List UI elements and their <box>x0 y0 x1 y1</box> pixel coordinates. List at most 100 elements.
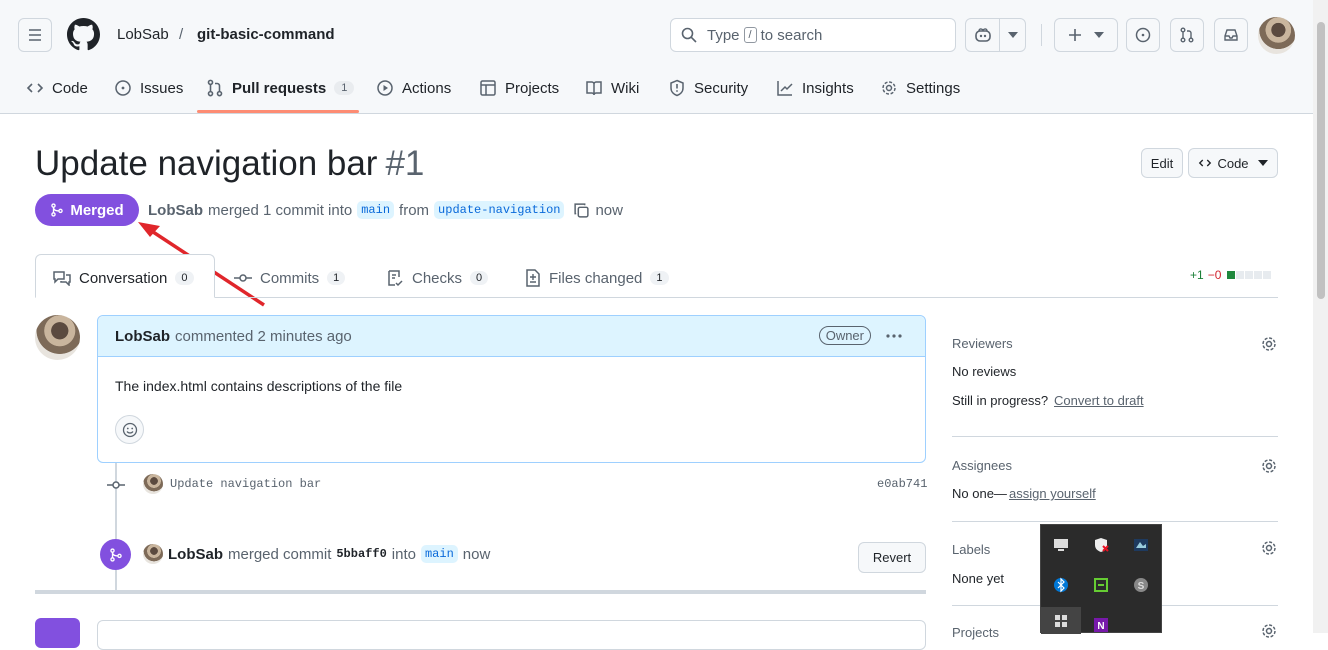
book-icon <box>586 81 602 96</box>
tab-checks[interactable]: Checks 0 <box>386 260 489 296</box>
merge-author-avatar[interactable] <box>143 544 163 564</box>
code-label: Code <box>1217 155 1249 171</box>
bluetooth-icon[interactable] <box>1051 575 1071 595</box>
code-icon <box>26 83 44 93</box>
tab-label: Conversation <box>79 269 168 287</box>
git-merge-icon <box>51 203 64 217</box>
tab-insights[interactable]: Insights <box>776 72 854 104</box>
comment-timestamp[interactable]: commented 2 minutes ago <box>175 328 352 345</box>
pr-author-link[interactable]: LobSab <box>148 202 203 219</box>
merge-branch[interactable]: main <box>420 545 458 563</box>
diffstat-added: +1 <box>1190 268 1204 282</box>
windows-icon[interactable] <box>1041 607 1081 634</box>
search-suffix: to search <box>760 26 823 44</box>
menu-button[interactable] <box>18 18 52 52</box>
code-dropdown-button[interactable]: Code <box>1188 148 1278 178</box>
tab-wiki[interactable]: Wiki <box>585 72 639 104</box>
svg-text:N: N <box>1097 621 1104 632</box>
tab-label: Pull requests <box>232 79 327 97</box>
security-shield-icon[interactable] <box>1091 535 1111 555</box>
tab-projects[interactable]: Projects <box>479 72 559 104</box>
search-prefix: Type <box>707 26 740 44</box>
tab-conversation[interactable]: Conversation 0 <box>53 260 194 296</box>
assignees-title[interactable]: Assignees <box>952 458 1012 473</box>
tab-settings[interactable]: Settings <box>880 72 960 104</box>
status-label: Merged <box>70 201 124 219</box>
skype-icon[interactable]: S <box>1131 575 1151 595</box>
gear-icon[interactable] <box>1260 539 1278 557</box>
pull-requests-button[interactable] <box>1170 18 1204 52</box>
app-icon[interactable] <box>1131 535 1151 555</box>
checklist-icon <box>388 270 403 287</box>
smiley-icon <box>122 422 137 437</box>
copilot-button[interactable] <box>965 18 1000 52</box>
add-reaction-button[interactable] <box>115 415 144 444</box>
assign-yourself-link[interactable]: assign yourself <box>1009 486 1096 501</box>
tab-actions[interactable]: Actions <box>376 72 451 104</box>
repo-link[interactable]: git-basic-command <box>197 26 335 43</box>
convert-to-draft-link[interactable]: Convert to draft <box>1054 393 1144 408</box>
display-icon[interactable] <box>1051 535 1071 555</box>
tab-label: Actions <box>402 79 452 97</box>
diffstat-bar <box>1227 271 1272 279</box>
svg-text:S: S <box>1138 581 1145 592</box>
revert-label: Revert <box>872 550 912 565</box>
gear-icon[interactable] <box>1260 457 1278 475</box>
merge-commit-sha[interactable]: 5bbaff0 <box>336 547 386 561</box>
active-tab-indicator <box>197 110 359 113</box>
tab-files-changed[interactable]: Files changed 1 <box>525 260 669 296</box>
commit-message[interactable]: Update navigation bar <box>170 477 321 491</box>
tab-label: Insights <box>802 79 854 97</box>
onenote-icon[interactable]: N <box>1091 615 1111 635</box>
labels-title[interactable]: Labels <box>952 542 990 557</box>
revert-button[interactable]: Revert <box>858 542 926 573</box>
comment-author-avatar[interactable] <box>35 315 80 360</box>
commit-sha[interactable]: e0ab741 <box>877 477 927 491</box>
merge-event-badge <box>100 539 131 570</box>
copilot-dropdown-button[interactable] <box>999 18 1026 52</box>
tab-label: Checks <box>412 269 463 287</box>
merged-status-badge: Merged <box>35 194 139 226</box>
tab-label: Wiki <box>611 79 640 97</box>
gear-icon[interactable] <box>1260 335 1278 353</box>
pr-meta: LobSab merged 1 commit into main from up… <box>148 201 623 219</box>
diffstat-removed: −0 <box>1207 268 1222 282</box>
caret-down-icon <box>1007 32 1018 38</box>
merge-author[interactable]: LobSab <box>168 546 223 563</box>
reviewers-title[interactable]: Reviewers <box>952 336 1013 351</box>
base-branch[interactable]: main <box>357 201 395 219</box>
merge-event-text: LobSab merged commit 5bbaff0 into main n… <box>168 545 490 563</box>
user-avatar[interactable] <box>1258 17 1295 54</box>
app-icon[interactable] <box>1091 575 1111 595</box>
tab-commits[interactable]: Commits 1 <box>234 260 346 296</box>
tab-security[interactable]: Security <box>668 72 748 104</box>
comment-menu-button[interactable] <box>885 329 903 343</box>
copy-icon[interactable] <box>573 202 590 219</box>
next-comment-box <box>97 620 926 650</box>
tab-pull-requests[interactable]: Pull requests 1 <box>206 72 355 104</box>
issues-button[interactable] <box>1126 18 1160 52</box>
search-input[interactable]: Type / to search <box>670 18 956 52</box>
search-shortcut: / <box>743 27 757 43</box>
create-new-button[interactable] <box>1054 18 1118 52</box>
play-icon <box>377 80 393 96</box>
caret-down-icon <box>1257 160 1268 166</box>
github-logo-icon[interactable] <box>67 18 100 51</box>
owner-link[interactable]: LobSab <box>117 26 169 43</box>
head-branch[interactable]: update-navigation <box>434 201 565 219</box>
tab-label: Issues <box>140 79 184 97</box>
commit-author-avatar[interactable] <box>143 474 163 494</box>
scrollbar-thumb[interactable] <box>1317 22 1325 299</box>
assignees-value: No one— <box>952 486 1007 501</box>
tab-label: Security <box>694 79 749 97</box>
comment-author[interactable]: LobSab <box>115 328 170 345</box>
inbox-button[interactable] <box>1214 18 1248 52</box>
copilot-icon <box>974 28 991 42</box>
in-progress-text: Still in progress? <box>952 393 1049 408</box>
system-tray-overflow: S N <box>1040 524 1162 635</box>
timeline-end-divider <box>35 590 926 594</box>
tab-code[interactable]: Code <box>26 72 88 104</box>
tab-issues[interactable]: Issues <box>114 72 183 104</box>
edit-title-button[interactable]: Edit <box>1141 148 1183 178</box>
gear-icon[interactable] <box>1260 622 1278 640</box>
